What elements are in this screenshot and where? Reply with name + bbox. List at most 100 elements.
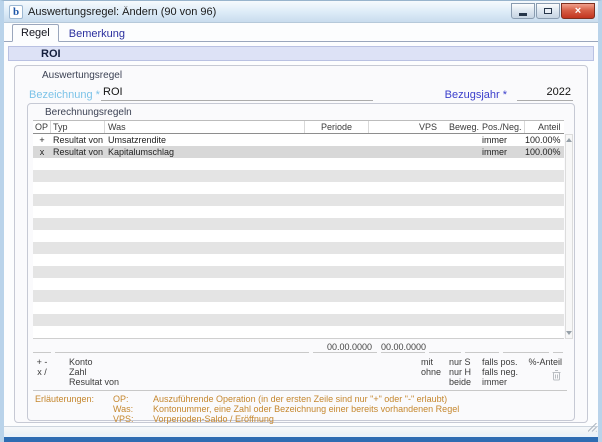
- cell-periode2: [369, 146, 413, 158]
- cell-op: +: [39, 135, 45, 145]
- cell-was: Kapitalumschlag: [108, 147, 175, 157]
- table-row-empty[interactable]: [33, 290, 564, 302]
- edit-anteil-field[interactable]: [553, 341, 563, 353]
- note-text: Auszuführende Operation (in der ersten Z…: [153, 394, 448, 404]
- legend-op-line: x /: [37, 367, 47, 377]
- table-header: OP Typ Was Periode VPS Beweg. Pos./Neg. …: [33, 120, 564, 134]
- window-frame-bottom: [4, 434, 598, 442]
- col-op: OP: [33, 121, 51, 133]
- restore-button[interactable]: [536, 3, 560, 19]
- table-row-empty[interactable]: [33, 242, 564, 254]
- table-row-empty[interactable]: [33, 230, 564, 242]
- table-row-empty[interactable]: [33, 266, 564, 278]
- cell-periode1: [305, 134, 369, 146]
- edit-row: 00.00.0000 00.00.0000: [33, 341, 567, 355]
- table-empty-rows: [33, 158, 564, 338]
- legend-posneg-line: falls pos.: [482, 357, 518, 367]
- table-row-empty[interactable]: [33, 254, 564, 266]
- table-row-empty[interactable]: [33, 314, 564, 326]
- auswertungsregel-group: Auswertungsregel Bezeichnung * ROI Bezug…: [14, 65, 588, 424]
- table-row-empty[interactable]: [33, 326, 564, 338]
- edit-was-field[interactable]: [55, 341, 309, 353]
- edit-op-field[interactable]: [33, 341, 51, 353]
- close-button[interactable]: ×: [561, 3, 595, 19]
- col-beweg: Beweg.: [449, 122, 479, 132]
- table-row-empty[interactable]: [33, 206, 564, 218]
- table-row-empty[interactable]: [33, 218, 564, 230]
- cell-typ: Resultat von: [53, 147, 104, 157]
- bezugsjahr-label: Bezugsjahr *: [444, 89, 507, 101]
- notes-label: Erläuterungen:: [35, 394, 95, 404]
- client-area: Regel Bemerkung ROI Auswertungsregel Bez…: [4, 23, 598, 438]
- cell-typ: Resultat von: [53, 135, 104, 145]
- berechnungsregeln-group: Berechnungsregeln OP Typ Was Periode VPS…: [27, 103, 575, 424]
- cell-posneg: immer: [482, 147, 507, 157]
- note-text: Vorperioden-Saldo / Eröffnung: [153, 414, 274, 424]
- cell-periode1: [305, 146, 369, 158]
- table-row-empty[interactable]: [33, 302, 564, 314]
- table-row-empty[interactable]: [33, 278, 564, 290]
- cell-periode2: [369, 134, 413, 146]
- edit-posneg-field[interactable]: [503, 341, 549, 353]
- legend-beweg-line: beide: [449, 377, 472, 387]
- note-text: Kontonummer, eine Zahl oder Bezeichnung …: [153, 404, 460, 414]
- tab-bemerkung[interactable]: Bemerkung: [61, 26, 133, 42]
- window-title: Auswertungsregel: Ändern (90 von 96): [28, 5, 217, 18]
- scroll-down-icon[interactable]: [565, 331, 572, 335]
- legend-anteil-label: %-Anteil: [528, 357, 562, 367]
- tab-regel[interactable]: Regel: [12, 24, 59, 42]
- table-row-selected[interactable]: x Resultat von Kapitalumschlag immer 100…: [33, 146, 564, 158]
- legend-was-line: Resultat von: [69, 377, 120, 387]
- legend-was-line: Konto: [69, 357, 93, 367]
- divider: [33, 390, 567, 391]
- table-row[interactable]: + Resultat von Umsatzrendite immer 100.0…: [33, 134, 564, 146]
- minimize-button[interactable]: [511, 3, 535, 19]
- notes-section: Erläuterungen: OP: Auszuführende Operati…: [33, 394, 569, 424]
- app-window: b Auswertungsregel: Ändern (90 von 96) ×…: [0, 0, 602, 442]
- group-caption-auswertungsregel: Auswertungsregel: [42, 70, 123, 81]
- edit-vps-field[interactable]: [429, 341, 461, 353]
- table-row-empty[interactable]: [33, 194, 564, 206]
- minimize-icon: [519, 12, 527, 16]
- tab-strip: Regel Bemerkung: [4, 23, 598, 42]
- cell-anteil: 100.00%: [525, 147, 561, 157]
- table-row-empty[interactable]: [33, 158, 564, 170]
- legend-beweg-line: nur S: [449, 357, 471, 367]
- scroll-up-icon[interactable]: [565, 138, 572, 142]
- note-key: OP:: [113, 394, 129, 404]
- cell-beweg: [445, 134, 479, 146]
- restore-icon: [544, 8, 552, 14]
- bezugsjahr-field[interactable]: 2022: [517, 86, 573, 101]
- legend-posneg-line: immer: [482, 377, 507, 387]
- legend-posneg-line: falls neg.: [482, 367, 519, 377]
- cell-vps: [413, 146, 445, 158]
- col-periode: Periode: [305, 121, 369, 133]
- form-row: Bezeichnung * ROI Bezugsjahr * 2022: [27, 83, 575, 101]
- cell-was: Umsatzrendite: [108, 135, 167, 145]
- group-caption-berechnungsregeln: Berechnungsregeln: [45, 107, 132, 118]
- close-icon: ×: [574, 5, 582, 17]
- cell-vps: [413, 134, 445, 146]
- legend-vps-line: ohne: [421, 367, 442, 377]
- col-was: Was: [105, 121, 305, 133]
- table-body: + Resultat von Umsatzrendite immer 100.0…: [33, 134, 564, 339]
- legend-op-line: + -: [36, 357, 48, 367]
- col-posneg: Pos./Neg.: [479, 121, 525, 133]
- col-vps: VPS: [419, 122, 438, 132]
- bezeichnung-label: Bezeichnung *: [29, 89, 100, 101]
- edit-periode2-field[interactable]: 00.00.0000: [381, 341, 426, 353]
- legend-was-line: Zahl: [69, 367, 87, 377]
- edit-periode1-field[interactable]: 00.00.0000: [313, 341, 377, 353]
- note-key: Was:: [113, 404, 134, 414]
- col-typ: Typ: [51, 121, 105, 133]
- table-row-empty[interactable]: [33, 170, 564, 182]
- cell-anteil: 100.00%: [525, 135, 561, 145]
- table-row-empty[interactable]: [33, 182, 564, 194]
- cell-posneg: immer: [482, 135, 507, 145]
- trash-icon[interactable]: [552, 368, 561, 386]
- bezeichnung-field[interactable]: ROI: [101, 86, 373, 101]
- edit-beweg-field[interactable]: [465, 341, 499, 353]
- legend-beweg-line: nur H: [449, 367, 472, 377]
- rules-table: OP Typ Was Periode VPS Beweg. Pos./Neg. …: [33, 120, 573, 339]
- vertical-scrollbar[interactable]: [564, 134, 573, 339]
